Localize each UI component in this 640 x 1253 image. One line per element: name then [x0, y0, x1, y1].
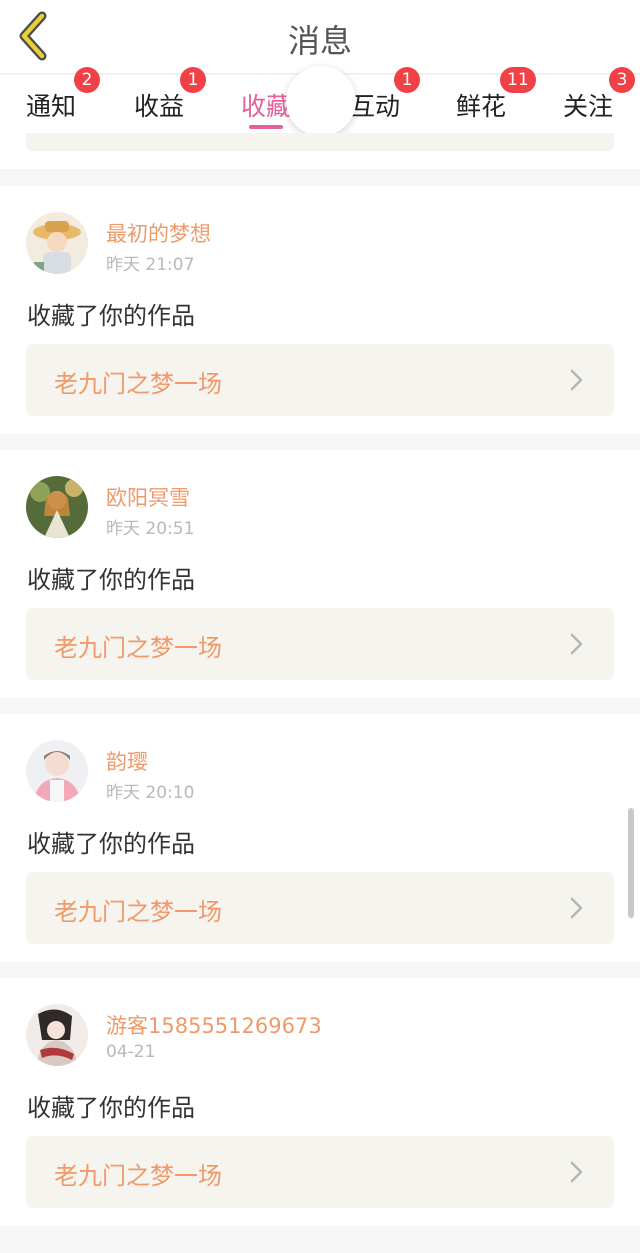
tab-badge: 2: [74, 67, 100, 93]
header: 消息: [0, 0, 640, 74]
work-link[interactable]: 老九门之梦一场: [26, 608, 614, 680]
avatar-ancient-style-icon: [26, 1004, 88, 1066]
avatar[interactable]: [26, 212, 88, 274]
floating-touch-button[interactable]: [286, 66, 356, 136]
tab-interactions[interactable]: 互动 1: [350, 67, 420, 133]
notification-card: 韵璎 昨天 20:10 收藏了你的作品 老九门之梦一场: [0, 714, 640, 962]
tab-label: 通知: [26, 92, 77, 121]
notification-card: 欧阳冥雪 昨天 20:51 收藏了你的作品 老九门之梦一场: [0, 450, 640, 698]
username[interactable]: 游客1585551269673: [106, 1010, 322, 1040]
username[interactable]: 最初的梦想: [106, 218, 211, 248]
previous-card-remnant: [0, 133, 640, 169]
timestamp: 昨天 21:07: [106, 255, 195, 275]
timestamp: 昨天 20:10: [106, 783, 195, 803]
chevron-right-icon: [570, 369, 583, 391]
scrollbar[interactable]: [628, 808, 634, 918]
work-title: 老九门之梦一场: [54, 634, 222, 662]
chevron-right-icon: [570, 633, 583, 655]
tab-earnings[interactable]: 收益 1: [134, 67, 206, 133]
tab-label: 收益: [134, 92, 185, 121]
work-link[interactable]: 老九门之梦一场: [26, 1136, 614, 1208]
avatar[interactable]: [26, 476, 88, 538]
timestamp: 昨天 20:51: [106, 519, 195, 539]
tab-label: 鲜花: [456, 92, 507, 121]
username[interactable]: 韵璎: [106, 746, 148, 776]
tab-flowers[interactable]: 鲜花 11: [456, 67, 536, 133]
work-link[interactable]: 老九门之梦一场: [26, 872, 614, 944]
tab-follow[interactable]: 关注 3: [563, 67, 635, 133]
work-link-remnant: [26, 133, 614, 151]
notification-card: 游客1585551269673 04-21 收藏了你的作品 老九门之梦一场: [0, 978, 640, 1226]
notification-card: 最初的梦想 昨天 21:07 收藏了你的作品 老九门之梦一场: [0, 186, 640, 434]
avatar[interactable]: [26, 740, 88, 802]
username[interactable]: 欧阳冥雪: [106, 482, 190, 512]
work-title: 老九门之梦一场: [54, 370, 222, 398]
tab-label: 收藏: [241, 92, 292, 121]
avatar-cartoon-icon: [26, 212, 88, 274]
tab-notice[interactable]: 通知 2: [26, 67, 100, 133]
tab-badge: 1: [180, 67, 206, 93]
tab-badge: 1: [394, 67, 420, 93]
notification-message: 收藏了你的作品: [27, 1094, 195, 1122]
avatar-person-icon: [26, 740, 88, 802]
tab-label: 关注: [563, 92, 614, 121]
active-tab-indicator: [249, 125, 283, 129]
page-title: 消息: [287, 22, 352, 60]
avatar-fairy-icon: [26, 476, 88, 538]
avatar[interactable]: [26, 1004, 88, 1066]
timestamp: 04-21: [106, 1042, 156, 1062]
tab-label: 互动: [350, 92, 401, 121]
notification-message: 收藏了你的作品: [27, 566, 195, 594]
chevron-right-icon: [570, 1161, 583, 1183]
work-title: 老九门之梦一场: [54, 1162, 222, 1190]
notification-message: 收藏了你的作品: [27, 302, 195, 330]
tab-badge: 11: [500, 67, 536, 93]
work-link[interactable]: 老九门之梦一场: [26, 344, 614, 416]
notification-message: 收藏了你的作品: [27, 830, 195, 858]
tab-badge: 3: [609, 67, 635, 93]
chevron-right-icon: [570, 897, 583, 919]
work-title: 老九门之梦一场: [54, 898, 222, 926]
